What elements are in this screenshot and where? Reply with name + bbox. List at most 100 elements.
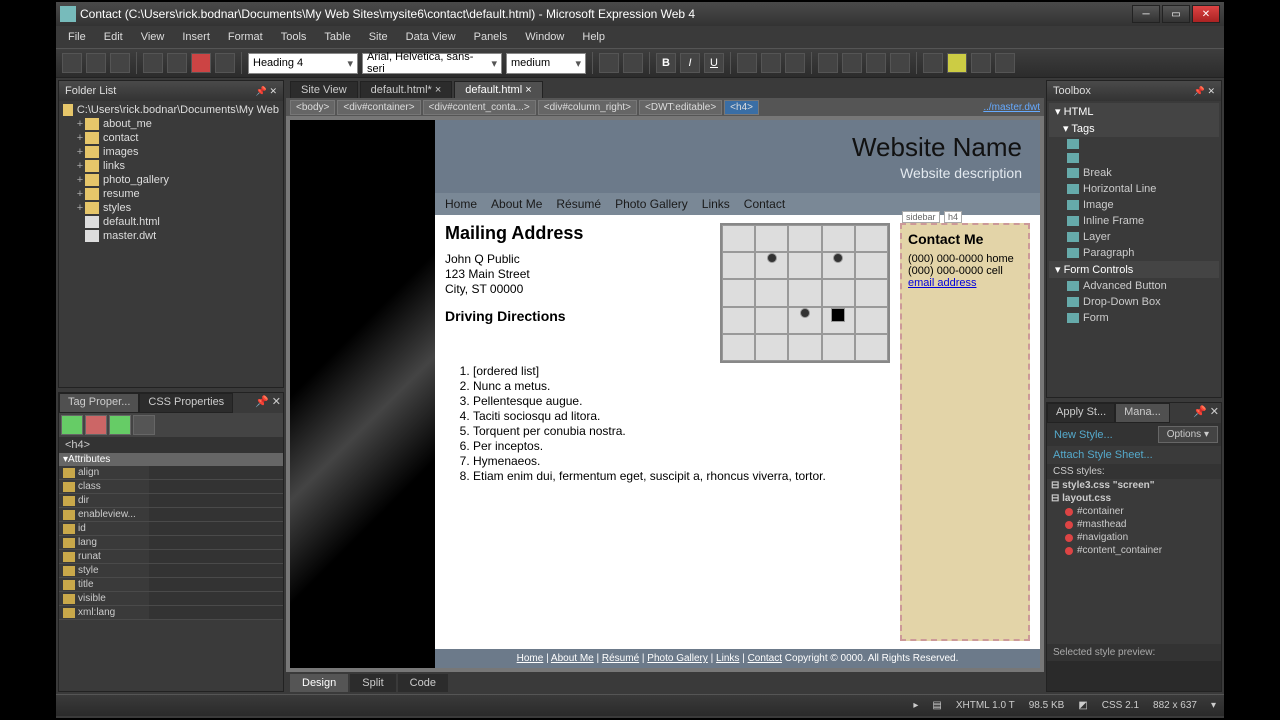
stylesheet-row[interactable]: ⊟ style3.css "screen" bbox=[1047, 479, 1221, 492]
pin-icon[interactable]: 📌 ✕ bbox=[253, 393, 283, 413]
menu-view[interactable]: View bbox=[133, 29, 173, 45]
open-icon[interactable] bbox=[86, 53, 106, 73]
status-compat-icon[interactable]: ◩ bbox=[1078, 700, 1087, 711]
footer-link[interactable]: Photo Gallery bbox=[647, 653, 708, 664]
footer-link[interactable]: Contact bbox=[748, 653, 782, 664]
new-style-link[interactable]: New Style... bbox=[1050, 429, 1117, 441]
contact-heading[interactable]: Contact Me bbox=[908, 231, 1022, 247]
folder-item[interactable]: +images bbox=[61, 145, 281, 159]
sidebar-editable[interactable]: sidebar h4 Contact Me (000) 000-0000 hom… bbox=[900, 223, 1030, 641]
align-right-icon[interactable] bbox=[785, 53, 805, 73]
view-tab-code[interactable]: Code bbox=[398, 674, 448, 692]
attributes-group[interactable]: ▾ Attributes bbox=[59, 453, 283, 466]
toolbox-group[interactable]: ▾ HTML bbox=[1049, 103, 1219, 120]
tool-icon[interactable] bbox=[215, 53, 235, 73]
tab-manage-styles[interactable]: Mana... bbox=[1115, 403, 1170, 423]
doc-tab[interactable]: default.html × bbox=[454, 81, 542, 98]
options-button[interactable]: Options ▾ bbox=[1158, 426, 1218, 443]
style-select[interactable]: Heading 4 bbox=[248, 53, 358, 74]
save-icon[interactable] bbox=[110, 53, 130, 73]
footer-link[interactable]: About Me bbox=[551, 653, 594, 664]
toolbox-item[interactable] bbox=[1049, 151, 1219, 165]
breadcrumb-item[interactable]: <h4> bbox=[724, 100, 759, 115]
doc-tab[interactable]: Site View bbox=[290, 81, 358, 98]
fontcolor-icon[interactable] bbox=[971, 53, 991, 73]
numbering-icon[interactable] bbox=[842, 53, 862, 73]
indent-icon[interactable] bbox=[890, 53, 910, 73]
align-left-icon[interactable] bbox=[737, 53, 757, 73]
tab-apply-styles[interactable]: Apply St... bbox=[1047, 403, 1115, 423]
menu-window[interactable]: Window bbox=[517, 29, 572, 45]
toolbox-item[interactable]: Inline Frame bbox=[1049, 213, 1219, 229]
new-icon[interactable] bbox=[62, 53, 82, 73]
toolbox-item[interactable] bbox=[1049, 137, 1219, 151]
toolbox-item[interactable]: Image bbox=[1049, 197, 1219, 213]
prop-tool-icon[interactable] bbox=[61, 415, 83, 435]
nav-link[interactable]: Home bbox=[445, 197, 477, 211]
property-row[interactable]: id bbox=[59, 522, 283, 536]
breadcrumb-item[interactable]: <div#container> bbox=[337, 100, 420, 115]
menu-help[interactable]: Help bbox=[574, 29, 613, 45]
folder-item[interactable]: +photo_gallery bbox=[61, 173, 281, 187]
undo-icon[interactable] bbox=[599, 53, 619, 73]
footer-link[interactable]: Résumé bbox=[602, 653, 639, 664]
menu-panels[interactable]: Panels bbox=[466, 29, 516, 45]
toolbox-item[interactable]: Paragraph bbox=[1049, 245, 1219, 261]
css-rule[interactable]: #masthead bbox=[1047, 518, 1221, 531]
close-button[interactable]: ✕ bbox=[1192, 5, 1220, 23]
breadcrumb-item[interactable]: <body> bbox=[290, 100, 335, 115]
prop-tool-icon[interactable] bbox=[109, 415, 131, 435]
folder-item[interactable]: default.html bbox=[61, 215, 281, 229]
menu-file[interactable]: File bbox=[60, 29, 94, 45]
bullets-icon[interactable] bbox=[818, 53, 838, 73]
property-row[interactable]: xml:lang bbox=[59, 606, 283, 620]
menu-format[interactable]: Format bbox=[220, 29, 271, 45]
italic-icon[interactable]: I bbox=[680, 53, 700, 73]
nav-link[interactable]: Photo Gallery bbox=[615, 197, 688, 211]
css-rule[interactable]: #container bbox=[1047, 505, 1221, 518]
maximize-button[interactable]: ▭ bbox=[1162, 5, 1190, 23]
superpreview-icon[interactable] bbox=[191, 53, 211, 73]
property-row[interactable]: style bbox=[59, 564, 283, 578]
outdent-icon[interactable] bbox=[866, 53, 886, 73]
preview-icon[interactable] bbox=[167, 53, 187, 73]
property-row[interactable]: dir bbox=[59, 494, 283, 508]
design-canvas[interactable]: Website Name Website description HomeAbo… bbox=[290, 120, 1040, 668]
menu-data-view[interactable]: Data View bbox=[398, 29, 464, 45]
redo-icon[interactable] bbox=[623, 53, 643, 73]
publish-icon[interactable] bbox=[143, 53, 163, 73]
folder-root[interactable]: C:\Users\rick.bodnar\Documents\My Web bbox=[61, 103, 281, 117]
highlight-icon[interactable] bbox=[947, 53, 967, 73]
property-row[interactable]: runat bbox=[59, 550, 283, 564]
attach-stylesheet-link[interactable]: Attach Style Sheet... bbox=[1047, 446, 1221, 464]
property-row[interactable]: lang bbox=[59, 536, 283, 550]
menu-site[interactable]: Site bbox=[361, 29, 396, 45]
menu-tools[interactable]: Tools bbox=[273, 29, 315, 45]
breadcrumb-item[interactable]: <DWT:editable> bbox=[639, 100, 722, 115]
status-schema-icon[interactable]: ▤ bbox=[932, 700, 941, 711]
view-tab-design[interactable]: Design bbox=[290, 674, 348, 692]
toolbox-item[interactable]: Form bbox=[1049, 310, 1219, 326]
folder-item[interactable]: +about_me bbox=[61, 117, 281, 131]
tab-css-properties[interactable]: CSS Properties bbox=[139, 393, 233, 413]
property-row[interactable]: align bbox=[59, 466, 283, 480]
toolbox-item[interactable]: Horizontal Line bbox=[1049, 181, 1219, 197]
stylesheet-row[interactable]: ⊟ layout.css bbox=[1047, 492, 1221, 505]
folder-item[interactable]: +resume bbox=[61, 187, 281, 201]
borders-icon[interactable] bbox=[923, 53, 943, 73]
status-flag-icon[interactable]: ▸ bbox=[913, 700, 918, 711]
footer-link[interactable]: Home bbox=[517, 653, 544, 664]
toolbox-item[interactable]: Advanced Button bbox=[1049, 278, 1219, 294]
folder-item[interactable]: master.dwt bbox=[61, 229, 281, 243]
doc-tab[interactable]: default.html* × bbox=[360, 81, 453, 98]
pin-icon[interactable]: 📌 ✕ bbox=[256, 86, 277, 97]
master-link[interactable]: ../master.dwt bbox=[983, 102, 1040, 113]
bold-icon[interactable]: B bbox=[656, 53, 676, 73]
property-row[interactable]: visible bbox=[59, 592, 283, 606]
minimize-button[interactable]: ─ bbox=[1132, 5, 1160, 23]
toolbox-group[interactable]: ▾ Form Controls bbox=[1049, 261, 1219, 278]
menu-table[interactable]: Table bbox=[316, 29, 358, 45]
toolbox-item[interactable]: Layer bbox=[1049, 229, 1219, 245]
size-select[interactable]: medium bbox=[506, 53, 586, 74]
email-link[interactable]: email address bbox=[908, 277, 976, 289]
